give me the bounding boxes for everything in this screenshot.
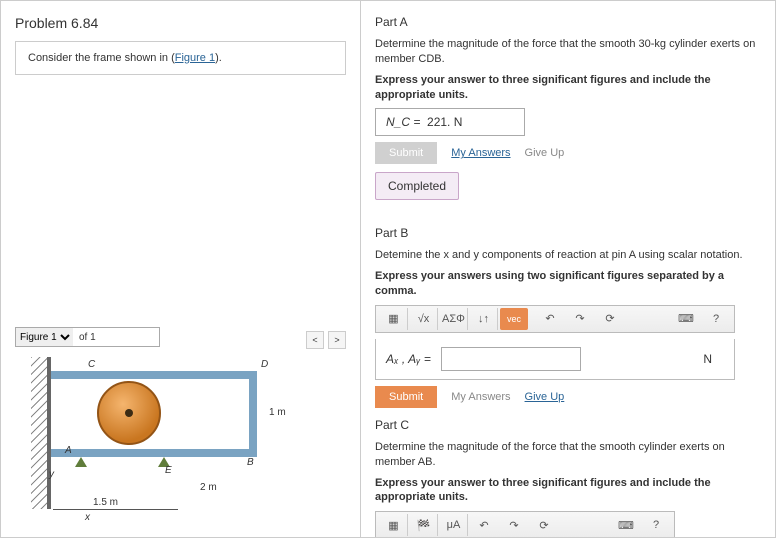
figure-selector[interactable]: Figure 1 of 1 (15, 327, 160, 347)
tb-c-mu-button[interactable]: μA (440, 514, 468, 536)
figure-link[interactable]: Figure 1 (175, 52, 215, 64)
pt-c: C (88, 359, 95, 370)
part-a-desc: Determine the magnitude of the force tha… (375, 37, 765, 67)
part-b-unit: N (703, 352, 712, 366)
figure-canvas: C D A B E y x 1.5 m 2 m 1 m (15, 357, 325, 537)
part-b-submit-button[interactable]: Submit (375, 386, 437, 408)
part-c-label: Part C (375, 418, 765, 432)
part-b-myanswers: My Answers (451, 391, 510, 403)
tb-redo-icon[interactable]: ↷ (566, 308, 594, 330)
tb-symbols-button[interactable]: ΑΣΦ (440, 308, 468, 330)
figure-of: of 1 (77, 332, 98, 343)
tb-sqrt-icon[interactable]: √x (410, 308, 438, 330)
prompt-post: ). (215, 52, 222, 64)
tb-vec-button[interactable]: vec (500, 308, 528, 330)
dim-2m: 2 m (200, 482, 217, 493)
tb-vector-button[interactable]: ↓↑ (470, 308, 498, 330)
problem-title: Problem 6.84 (15, 15, 346, 31)
tb-c-redo-icon[interactable]: ↷ (500, 514, 528, 536)
dim-1-5m: 1.5 m (93, 497, 118, 508)
tb-c-undo-icon[interactable]: ↶ (470, 514, 498, 536)
part-a-giveup: Give Up (525, 147, 565, 159)
tb-c-templates-icon[interactable]: ▦ (380, 514, 408, 536)
axis-y: y (49, 469, 54, 480)
pt-b: B (247, 457, 254, 468)
tb-c-keyboard-icon[interactable]: ⌨ (612, 514, 640, 536)
tb-templates-icon[interactable]: ▦ (380, 308, 408, 330)
prompt-box: Consider the frame shown in (Figure 1). (15, 41, 346, 75)
part-a-answer-box: N_C = 221. N (375, 108, 525, 136)
pt-e: E (165, 465, 172, 476)
part-a-label: Part A (375, 15, 765, 29)
tb-undo-icon[interactable]: ↶ (536, 308, 564, 330)
part-b-var: Aₓ , Aᵧ = (386, 352, 431, 366)
part-c-desc: Determine the magnitude of the force tha… (375, 440, 765, 470)
prompt-pre: Consider the frame shown in ( (28, 52, 175, 64)
part-a-completed-badge: Completed (375, 172, 459, 200)
tb-reset-icon[interactable]: ⟳ (596, 308, 624, 330)
tb-keyboard-icon[interactable]: ⌨ (672, 308, 700, 330)
part-b-desc: Detemine the x and y components of react… (375, 248, 765, 263)
figure-next-button[interactable]: > (328, 331, 346, 349)
part-b-label: Part B (375, 226, 765, 240)
tb-c-help-icon[interactable]: ? (642, 514, 670, 536)
part-b-answer-input[interactable] (441, 347, 581, 371)
tb-help-icon[interactable]: ? (702, 308, 730, 330)
figure-select[interactable]: Figure 1 (16, 328, 73, 346)
part-a-myanswers-link[interactable]: My Answers (451, 147, 510, 159)
pt-a: A (65, 445, 72, 456)
pt-d: D (261, 359, 268, 370)
part-b-express: Express your answers using two significa… (375, 269, 765, 299)
axis-x: x (85, 512, 90, 523)
part-b-giveup-link[interactable]: Give Up (525, 391, 565, 403)
tb-c-badge-icon[interactable]: 🏁 (410, 514, 438, 536)
dim-1m: 1 m (269, 407, 286, 418)
part-a-express: Express your answer to three significant… (375, 73, 765, 103)
part-b-toolbar: ▦ √x ΑΣΦ ↓↑ vec ↶ ↷ ⟳ ⌨ ? (375, 305, 735, 333)
part-a-submit-button: Submit (375, 142, 437, 164)
figure-prev-button[interactable]: < (306, 331, 324, 349)
tb-c-reset-icon[interactable]: ⟳ (530, 514, 558, 536)
part-c-toolbar: ▦ 🏁 μA ↶ ↷ ⟳ ⌨ ? (375, 511, 675, 537)
part-c-express: Express your answer to three significant… (375, 476, 765, 506)
